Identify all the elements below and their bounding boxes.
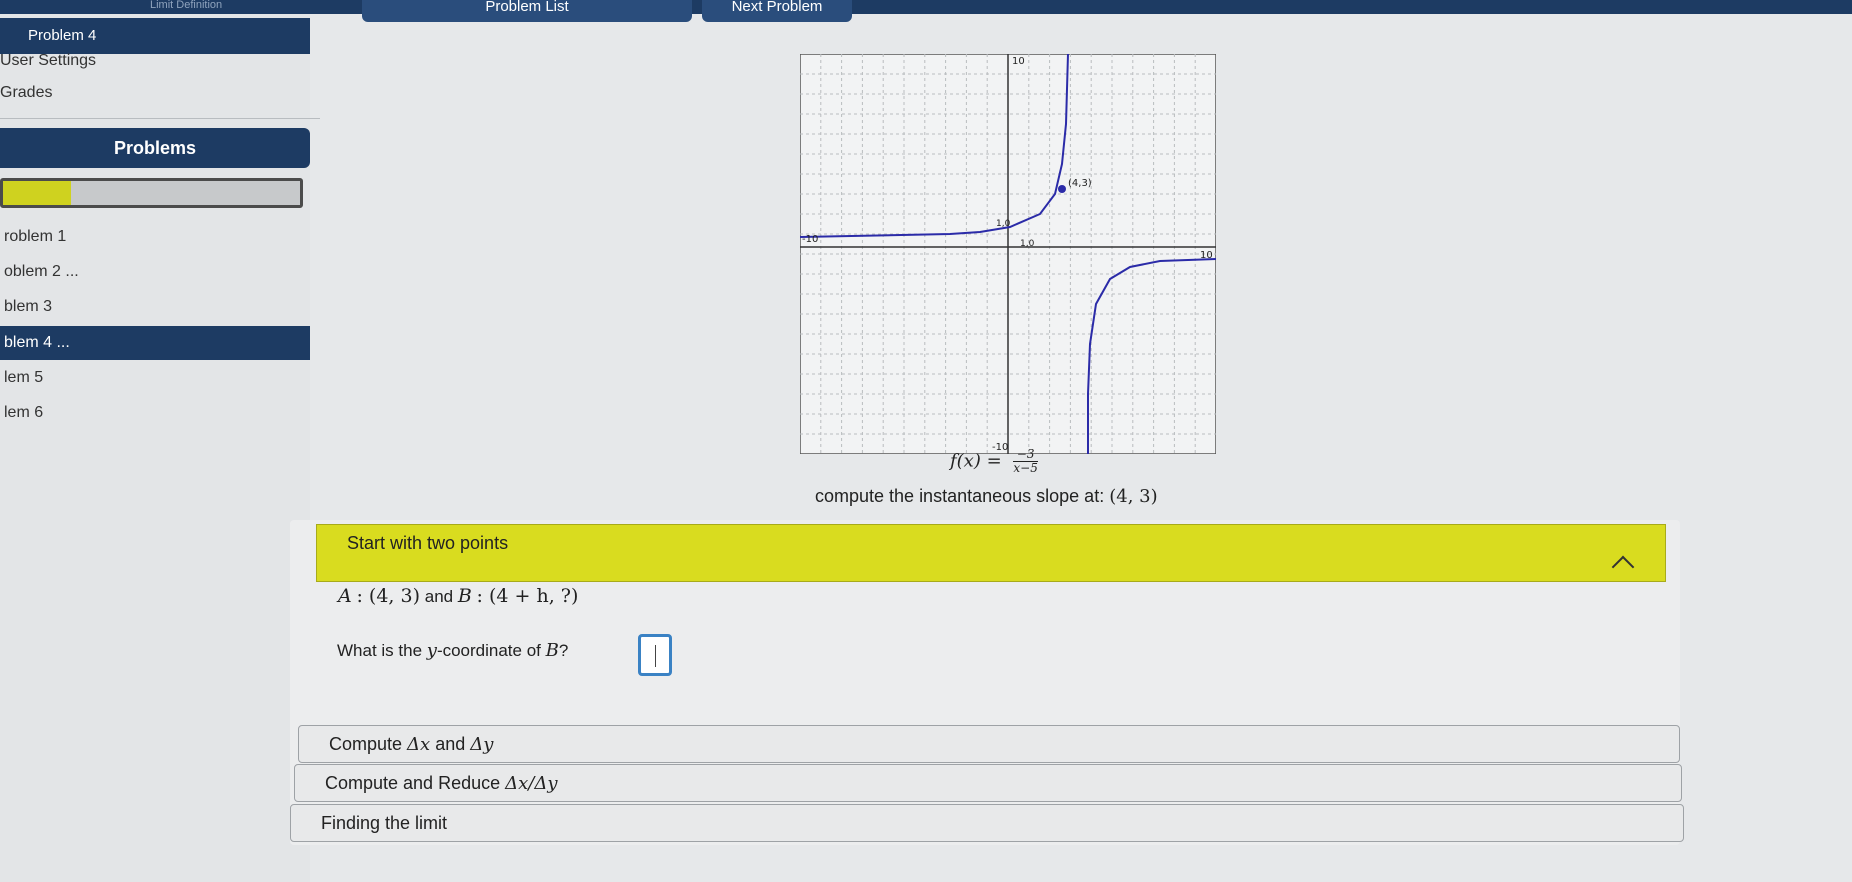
sidebar-item-problem-5[interactable]: lem 5	[0, 361, 310, 395]
numerator: −3	[1013, 448, 1038, 462]
breadcrumb[interactable]: Limit Definition	[150, 0, 290, 10]
step-1-math2: Δy	[470, 734, 494, 755]
prompt-text: compute the instantaneous slope at:	[815, 486, 1105, 506]
graph-svg: (4,3) -10 10 10 -10 1,0 1,0	[799, 53, 1217, 455]
step-3-label: Finding the limit	[321, 813, 448, 833]
sidebar-divider	[0, 118, 320, 119]
sidebar-item-problem-2[interactable]: oblem 2 ...	[0, 255, 310, 289]
text-caret	[655, 645, 656, 667]
current-problem-title: Problem 4	[0, 18, 310, 54]
points-definition: A : (4, 3) and B : (4 + h, ?)	[338, 585, 578, 607]
step-compute-dx-dy[interactable]: Compute Δx and Δy	[298, 725, 1680, 763]
progress-fill	[3, 181, 72, 205]
chevron-up-icon[interactable]	[1611, 555, 1635, 579]
step-2-label: Compute and Reduce	[325, 773, 506, 793]
sidebar-item-problem-4[interactable]: blem 4 ...	[0, 326, 310, 360]
y-one-label: 1,0	[996, 219, 1011, 229]
function-lhs: f(x) =	[950, 450, 1002, 472]
and-text: and	[424, 587, 454, 606]
sidebar-link-grades[interactable]: Grades	[0, 84, 310, 102]
denominator: x−5	[1013, 461, 1038, 475]
x-max-label: 10	[1200, 250, 1213, 261]
sidebar-item-problem-3[interactable]: blem 3	[0, 290, 310, 324]
question-suffix: ?	[558, 641, 569, 660]
question-mid: -coordinate of	[436, 641, 546, 660]
problems-header: Problems	[0, 128, 310, 168]
slope-prompt: compute the instantaneous slope at: (4, …	[815, 486, 1158, 507]
function-graph: (4,3) -10 10 10 -10 1,0 1,0	[799, 53, 1217, 455]
sidebar-item-problem-1[interactable]: roblem 1	[0, 220, 310, 254]
fraction: −3 x−5	[1013, 448, 1038, 475]
step-finding-limit[interactable]: Finding the limit	[290, 804, 1684, 842]
step-1-mid: and	[430, 734, 471, 754]
question-prefix: What is the	[337, 641, 427, 660]
point-a-value: : (4, 3)	[356, 585, 420, 607]
point-a-name: A	[338, 585, 352, 607]
progress-bar	[0, 178, 303, 208]
next-problem-button[interactable]: Next Problem	[702, 0, 852, 22]
x-min-label: -10	[802, 234, 818, 245]
x-one-label: 1,0	[1020, 239, 1035, 249]
section-header-start-two-points[interactable]: Start with two points	[316, 524, 1666, 582]
y-coordinate-question: What is the y-coordinate of B?	[337, 640, 568, 661]
sidebar: Problem 4 User Settings Grades Problems …	[0, 14, 320, 882]
section-header-label: Start with two points	[347, 533, 509, 553]
y-coordinate-input[interactable]	[638, 634, 672, 676]
step-1-label: Compute	[329, 734, 408, 754]
prompt-point: (4, 3)	[1109, 486, 1158, 507]
point-marker	[1058, 185, 1066, 193]
question-var: y	[426, 640, 437, 661]
sidebar-item-problem-6[interactable]: lem 6	[0, 396, 310, 430]
y-max-label: 10	[1012, 56, 1025, 67]
problem-list-button[interactable]: Problem List	[362, 0, 692, 22]
step-compute-and-reduce[interactable]: Compute and Reduce Δx/Δy	[294, 764, 1682, 802]
point-label: (4,3)	[1068, 178, 1092, 189]
step-2-math: Δx/Δy	[505, 773, 558, 794]
question-point: B	[545, 640, 559, 661]
function-formula: f(x) = −3 x−5	[950, 448, 1038, 475]
point-b-value: : (4 + h, ?)	[476, 585, 579, 607]
sidebar-link-user-settings[interactable]: User Settings	[0, 52, 310, 70]
step-1-math: Δx	[407, 734, 431, 755]
point-b-name: B	[457, 585, 472, 607]
